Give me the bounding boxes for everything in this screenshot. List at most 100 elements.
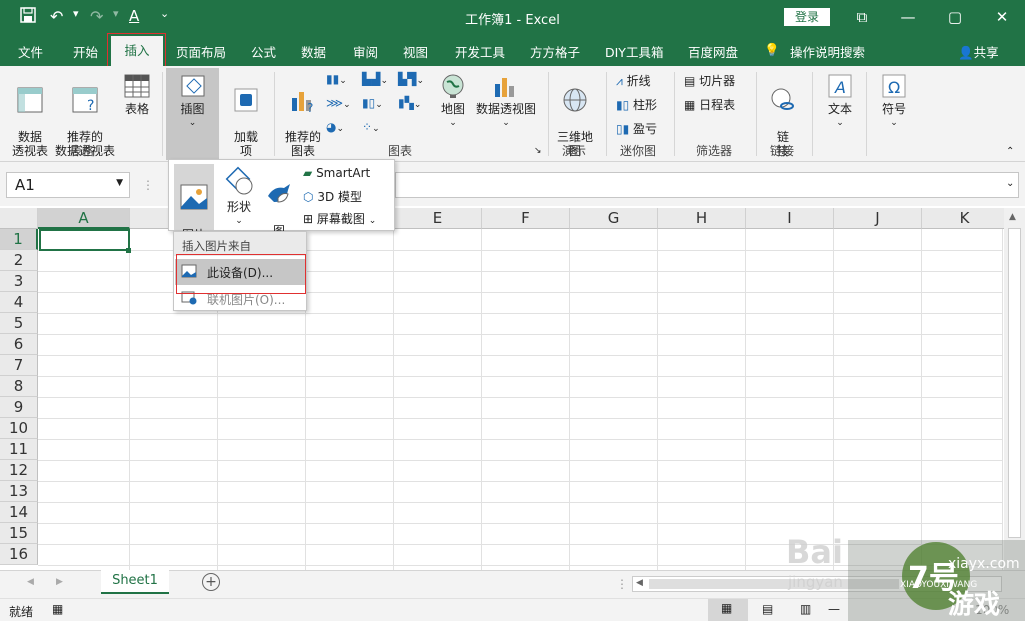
formula-input[interactable] [395, 172, 1019, 198]
combo-chart-icon: ▮▚ [398, 96, 414, 110]
expand-formula-icon[interactable]: ⌄ [1006, 178, 1014, 189]
zoom-out-icon[interactable]: — [828, 602, 840, 616]
scroll-up-icon[interactable]: ▲ [1009, 212, 1016, 222]
site-domain: xiayx.com [948, 556, 1020, 572]
close-button[interactable]: ✕ [979, 4, 1025, 30]
dialog-launcher-icon[interactable]: ↘ [534, 146, 542, 156]
gridline [38, 397, 1003, 398]
column-header[interactable]: G [570, 208, 658, 229]
maps-button[interactable]: 地图 ⌄ [436, 72, 470, 130]
row-header[interactable]: 15 [0, 523, 38, 544]
screenshot-button[interactable]: ⊞ 屏幕截图 ⌄ [303, 210, 376, 227]
timeline-button[interactable]: ▦ 日程表 [684, 96, 735, 113]
line-chart-button[interactable]: ⋙⌄ [326, 96, 351, 110]
maximize-button[interactable]: ▢ [932, 4, 978, 30]
illustrations-dropdown: 图片 ⌄ 形状 ⌄ 图 标 ▰ SmartArt ⬡ 3D 模型 ⊞ 屏幕截图 … [168, 159, 395, 254]
addins-button[interactable]: 加载 项 [226, 72, 266, 158]
tab-view[interactable]: 视图 [403, 42, 428, 61]
next-sheet-icon[interactable]: ▶ [56, 577, 63, 587]
page-layout-view-icon[interactable]: ▤ [762, 602, 773, 616]
tab-baidu-netdisk[interactable]: 百度网盘 [688, 42, 738, 61]
select-all-corner[interactable] [0, 208, 38, 229]
tab-formulas[interactable]: 公式 [251, 42, 276, 61]
gridline [38, 334, 1003, 335]
column-header[interactable]: A [38, 208, 130, 229]
row-header[interactable]: 6 [0, 334, 38, 355]
share-button[interactable]: 👤共享 [958, 42, 999, 61]
column-header[interactable]: K [922, 208, 1008, 229]
row-header[interactable]: 5 [0, 313, 38, 334]
shapes-button[interactable]: 形状 ⌄ [221, 166, 257, 228]
smartart-button[interactable]: ▰ SmartArt [303, 166, 370, 180]
tab-file[interactable]: 文件 [18, 42, 43, 61]
tab-developer[interactable]: 开发工具 [455, 42, 505, 61]
row-header[interactable]: 11 [0, 439, 38, 460]
row-header[interactable]: 3 [0, 271, 38, 292]
pivot-chart-button[interactable]: 数据透视图 ⌄ [474, 72, 538, 130]
fill-handle[interactable] [126, 248, 131, 253]
tab-page-layout[interactable]: 页面布局 [176, 42, 226, 61]
macro-record-icon[interactable]: ▦ [52, 602, 63, 616]
row-header[interactable]: 10 [0, 418, 38, 439]
column-chart-button[interactable]: ▮▮⌄ [326, 72, 347, 86]
prev-sheet-icon[interactable]: ◀ [27, 577, 34, 587]
column-header[interactable]: J [834, 208, 922, 229]
sparkline-winloss-button[interactable]: ▯▮ 盈亏 [616, 120, 657, 137]
slicer-button[interactable]: ▤ 切片器 [684, 72, 735, 89]
row-header[interactable]: 14 [0, 502, 38, 523]
row-header[interactable]: 4 [0, 292, 38, 313]
sparkline-line-button[interactable]: ⩘ 折线 [616, 72, 651, 89]
statistic-chart-button[interactable]: ▮▯⌄ [362, 96, 383, 110]
3d-models-button[interactable]: ⬡ 3D 模型 [303, 188, 362, 205]
svg-text:Ω: Ω [888, 78, 900, 97]
row-header[interactable]: 13 [0, 481, 38, 502]
tab-home[interactable]: 开始 [73, 42, 98, 61]
active-cell-a1[interactable] [39, 229, 130, 251]
name-box[interactable]: A1 ▼ [6, 172, 130, 198]
scroll-left-icon[interactable]: ◀ [636, 578, 643, 588]
scatter-chart-button[interactable]: ⁘⌄ [362, 120, 380, 134]
vertical-scrollbar[interactable]: ▲ [1004, 208, 1025, 570]
worksheet-grid[interactable]: A B C D E F G H I J K 1 2 3 4 5 6 7 8 9 … [0, 208, 1018, 570]
row-header[interactable]: 9 [0, 397, 38, 418]
3d-models-label: 3D 模型 [317, 190, 363, 204]
ribbon-display-options-icon[interactable]: ⧉ [839, 4, 885, 30]
tab-fangfang[interactable]: 方方格子 [530, 42, 580, 61]
row-header[interactable]: 7 [0, 355, 38, 376]
row-header[interactable]: 1 [0, 229, 38, 250]
tab-data[interactable]: 数据 [301, 42, 326, 61]
column-header[interactable]: F [482, 208, 570, 229]
row-header[interactable]: 12 [0, 460, 38, 481]
symbol-button[interactable]: Ω 符号 ⌄ [874, 72, 914, 130]
text-button[interactable]: A 文本 ⌄ [820, 72, 860, 130]
recommended-charts-button[interactable]: ? 推荐的 图表 [280, 72, 326, 158]
splitter-icon[interactable]: ⋮ [616, 577, 628, 591]
add-sheet-button[interactable]: + [202, 573, 220, 591]
pictures-button[interactable]: 图片 ⌄ [174, 164, 214, 254]
minimize-button[interactable]: — [885, 4, 931, 30]
illustrations-button[interactable]: 插图 ⌄ [166, 68, 219, 160]
column-header[interactable]: H [658, 208, 746, 229]
login-button[interactable]: 登录 [784, 8, 830, 26]
tab-diy-toolbox[interactable]: DIY工具箱 [605, 42, 663, 61]
pie-chart-button[interactable]: ◕⌄ [326, 120, 344, 134]
waterfall-chart-button[interactable]: ▙▜⌄ [398, 72, 424, 86]
combo-chart-button[interactable]: ▮▚⌄ [398, 96, 421, 110]
column-header[interactable]: E [394, 208, 482, 229]
tell-me-search[interactable]: 操作说明搜索 [790, 42, 865, 61]
sparkline-column-button[interactable]: ▮▯ 柱形 [616, 96, 657, 113]
normal-view-icon: ▦ [721, 601, 733, 615]
row-header[interactable]: 2 [0, 250, 38, 271]
normal-view-button[interactable]: ▦ [708, 599, 748, 621]
sheet-tab-sheet1[interactable]: Sheet1 [101, 570, 169, 594]
collapse-ribbon-icon[interactable]: ⌃ [1006, 146, 1014, 157]
column-header[interactable]: I [746, 208, 834, 229]
tab-review[interactable]: 审阅 [353, 42, 378, 61]
table-button[interactable]: 表格 [120, 72, 154, 116]
scrollbar-thumb[interactable] [1008, 228, 1021, 538]
row-header[interactable]: 8 [0, 376, 38, 397]
row-header[interactable]: 16 [0, 544, 38, 565]
pivot-table-button[interactable]: 数据 透视表 [10, 72, 50, 158]
page-break-view-icon[interactable]: ▥ [800, 602, 811, 616]
hierarchy-chart-button[interactable]: ▙▟⌄ [362, 72, 388, 86]
